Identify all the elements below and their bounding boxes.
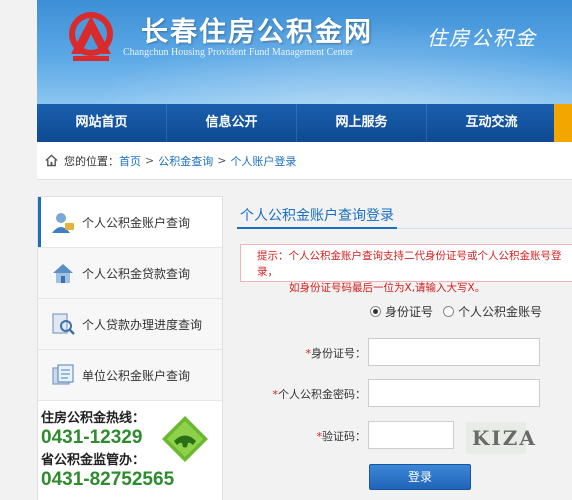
header-banner: 长春住房公积金网 Changchun Housing Provident Fun… <box>37 0 572 104</box>
nav-home[interactable]: 网站首页 <box>37 104 167 142</box>
sidebar-item-label: 个人贷款办理进度查询 <box>82 317 203 332</box>
house-loan-icon <box>53 264 73 283</box>
phone-icon <box>162 416 208 462</box>
hotline-panel: 住房公积金热线： 0431-12329 省公积金监管办： 0431-827525… <box>38 402 222 500</box>
tip-line-2: 如身份证号码最后一位为X,请输入大写X。 <box>289 282 486 294</box>
sidebar-item-label: 单位公积金账户查询 <box>82 368 191 383</box>
radio-account-number-label[interactable]: 个人公积金账号 <box>458 303 542 320</box>
login-tip: 提示：个人公积金账户查询支持二代身份证号或个人公积金账号登录， 如身份证号码最后… <box>240 244 572 294</box>
home-icon <box>45 154 58 167</box>
login-button[interactable]: 登录 <box>369 464 471 490</box>
user-account-icon <box>52 213 74 233</box>
breadcrumb-current-link[interactable]: 个人账户登录 <box>230 153 296 169</box>
site-title-english: Changchun Housing Provident Fund Managem… <box>123 47 354 58</box>
nav-interaction[interactable]: 互动交流 <box>427 104 557 142</box>
radio-account-number[interactable] <box>443 306 455 317</box>
login-type-radios: 身份证号 个人公积金账号 <box>370 303 552 320</box>
captcha-label: *验证码： <box>316 430 367 443</box>
sidebar: 个人公积金账户查询 个人公积金贷款查询 个人贷款办理进度查询 单位公积金账户查询… <box>37 196 223 500</box>
supervise-number: 0431-82752565 <box>41 469 175 490</box>
sidebar-item-company-account[interactable]: 单位公积金账户查询 <box>38 350 222 401</box>
radio-id-card-label[interactable]: 身份证号 <box>385 303 433 320</box>
radio-id-card[interactable] <box>370 306 381 317</box>
nav-accent-tab[interactable] <box>554 104 572 142</box>
sidebar-item-loan-query[interactable]: 个人公积金贷款查询 <box>38 248 222 299</box>
password-input[interactable] <box>368 379 540 407</box>
tip-line-1: 提示：个人公积金账户查询支持二代身份证号或个人公积金账号登录， <box>257 250 562 278</box>
breadcrumb: 您的位置： 首页 > 公积金查询 > 个人账户登录 <box>37 142 572 180</box>
company-account-icon <box>52 364 74 385</box>
site-slogan: 住房公积金 <box>427 26 537 50</box>
sidebar-item-personal-account[interactable]: 个人公积金账户查询 <box>38 197 222 248</box>
main-nav: 网站首页 信息公开 网上服务 互动交流 <box>37 104 572 142</box>
breadcrumb-home-link[interactable]: 首页 <box>119 153 141 169</box>
housing-fund-logo-icon <box>69 12 113 61</box>
breadcrumb-separator: > <box>217 154 227 167</box>
sidebar-item-label: 个人公积金贷款查询 <box>82 266 191 281</box>
password-label: *个人公积金密码： <box>272 388 367 401</box>
id-number-label: *身份证号： <box>305 347 367 360</box>
captcha-image[interactable]: KIZA <box>466 422 535 454</box>
breadcrumb-prefix: 您的位置： <box>64 154 119 168</box>
progress-search-icon <box>52 313 75 335</box>
site-title: 长春住房公积金网 <box>141 17 373 48</box>
nav-info-disclosure[interactable]: 信息公开 <box>167 104 297 142</box>
title-underline <box>237 227 397 229</box>
breadcrumb-query-link[interactable]: 公积金查询 <box>158 153 213 169</box>
sidebar-item-loan-progress[interactable]: 个人贷款办理进度查询 <box>38 299 222 350</box>
captcha-input[interactable] <box>368 421 454 449</box>
page-title: 个人公积金账户查询登录 <box>240 208 394 224</box>
id-number-input[interactable] <box>368 338 540 366</box>
sidebar-item-label: 个人公积金账户查询 <box>82 215 191 230</box>
nav-online-service[interactable]: 网上服务 <box>297 104 427 142</box>
breadcrumb-separator: > <box>145 154 155 167</box>
